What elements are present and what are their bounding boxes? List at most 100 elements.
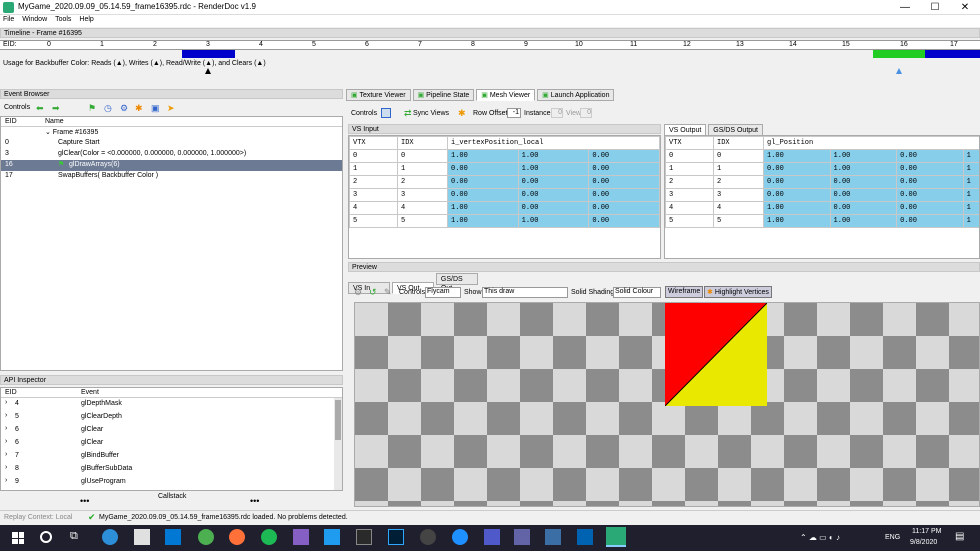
save-icon[interactable]: ▣ <box>151 103 161 113</box>
table-row[interactable]: 4 4 1.00 0.00 0.00 <box>349 201 660 215</box>
col-eid[interactable]: EID <box>5 118 17 125</box>
event-row[interactable]: ⌄ Frame #16395 <box>1 127 342 138</box>
table-row[interactable]: 4 4 1.00 0.00 0.00 1 <box>665 201 979 215</box>
sync-icon[interactable]: ⇄ <box>404 108 412 119</box>
clock-time[interactable]: 11:17 PM <box>912 528 941 535</box>
col-attribute[interactable]: i_vertexPosition_local <box>447 136 660 150</box>
table-row[interactable]: 2 2 0.00 0.00 0.00 <box>349 175 660 189</box>
expand-icon[interactable]: › <box>5 412 7 419</box>
clock-icon[interactable]: ◷ <box>104 103 114 113</box>
edge-icon[interactable] <box>102 529 118 545</box>
table-row[interactable]: 0 0 1.00 1.00 0.00 1 <box>665 149 979 163</box>
splitter-dots-left[interactable]: ••• <box>80 496 89 506</box>
col-event[interactable]: Event <box>81 389 99 396</box>
event-row[interactable]: 3 glClear(Color = <0.000000, 0.000000, 0.… <box>1 149 342 160</box>
renderdoc-taskbar-icon[interactable] <box>606 527 626 547</box>
reset-icon[interactable]: ↺ <box>369 287 377 298</box>
table-row[interactable]: 5 5 1.00 1.00 0.00 <box>349 214 660 228</box>
timeline-selected-event[interactable] <box>873 50 925 58</box>
show-select[interactable]: This draw <box>482 287 568 298</box>
teams-icon[interactable] <box>484 529 500 545</box>
api-row[interactable]: › 6 glClear <box>1 424 342 437</box>
tab-pipeline-state[interactable]: ▣ Pipeline State <box>412 89 475 101</box>
table-row[interactable]: 5 5 1.00 1.00 0.00 1 <box>665 214 979 228</box>
bug-icon[interactable]: ✱ <box>135 103 145 113</box>
api-row[interactable]: › 9 glUseProgram <box>1 476 342 489</box>
epic-games-icon[interactable] <box>356 529 372 545</box>
col-vtx[interactable]: VTX <box>349 136 398 150</box>
api-row[interactable]: › 6 glClear <box>1 437 342 450</box>
flag-icon[interactable]: ⚑ <box>88 103 98 113</box>
col-attribute[interactable]: gl_Position <box>763 136 979 150</box>
table-row[interactable]: 2 2 0.00 0.00 0.00 1 <box>665 175 979 189</box>
col-idx[interactable]: IDX <box>397 136 448 150</box>
camera-select[interactable]: Flycam <box>425 287 461 298</box>
store-icon[interactable] <box>134 529 150 545</box>
expand-icon[interactable]: › <box>5 399 7 406</box>
event-row[interactable]: 17 SwapBuffers( Backbuffer Color ) <box>1 171 342 182</box>
table-row[interactable]: 1 1 0.00 1.00 0.00 <box>349 162 660 176</box>
maximize-button[interactable]: ☐ <box>920 0 950 15</box>
col-vtx[interactable]: VTX <box>665 136 714 150</box>
wireframe-toggle[interactable]: Wireframe <box>665 286 704 298</box>
vscode-icon[interactable] <box>324 529 340 545</box>
menu-window[interactable]: Window <box>19 15 50 24</box>
pick-icon[interactable]: ✎ <box>384 287 392 298</box>
task-view-icon[interactable]: ⧉ <box>70 530 78 543</box>
expand-icon[interactable]: › <box>5 438 7 445</box>
preview-viewport[interactable] <box>354 302 980 507</box>
notification-icon[interactable]: ▤ <box>955 531 964 542</box>
api-scrollbar[interactable] <box>334 398 342 490</box>
menu-help[interactable]: Help <box>76 15 96 24</box>
tray-icons[interactable]: ⌃ ☁ ▭ ◐ ♪ <box>800 533 840 542</box>
view-input[interactable]: 0 <box>580 108 592 118</box>
store-bag-icon[interactable] <box>165 529 181 545</box>
api-row[interactable]: › 4 glDepthMask <box>1 398 342 411</box>
gear-icon[interactable]: ✱ <box>458 108 466 119</box>
api-row[interactable]: › 5 glClearDepth <box>1 411 342 424</box>
windows-start-icon[interactable] <box>12 532 24 544</box>
table-row[interactable]: 0 0 1.00 1.00 0.00 <box>349 149 660 163</box>
firefox-icon[interactable] <box>229 529 245 545</box>
col-idx[interactable]: IDX <box>713 136 764 150</box>
teams-icon[interactable] <box>514 529 530 545</box>
callstack-label[interactable]: Callstack <box>158 493 186 500</box>
solid-shading-select[interactable]: Solid Colour <box>613 287 661 298</box>
tab-texture-viewer[interactable]: ▣ Texture Viewer <box>346 89 411 101</box>
close-button[interactable]: ✕ <box>950 0 980 15</box>
table-row[interactable]: 1 1 0.00 1.00 0.00 1 <box>665 162 979 176</box>
sync-views-button[interactable]: Sync Views <box>413 110 449 117</box>
clock-date[interactable]: 9/8/2020 <box>910 539 937 546</box>
spotify-icon[interactable] <box>261 529 277 545</box>
tab-launch-application[interactable]: ▣ Launch Application <box>537 89 615 101</box>
timeline-ruler[interactable]: EID: 0 1 2 3 4 5 6 7 8 9 10 11 12 13 14 … <box>0 40 980 50</box>
tab-mesh-viewer[interactable]: ▣ Mesh Viewer <box>476 89 536 101</box>
instance-input[interactable]: 0 <box>551 108 563 118</box>
search-icon[interactable] <box>40 531 52 543</box>
settings-icon[interactable]: ⚙ <box>120 103 130 113</box>
expand-icon[interactable]: › <box>5 464 7 471</box>
bookmark-icon[interactable]: ➤ <box>167 103 177 113</box>
timeline-event-bar[interactable] <box>182 50 235 58</box>
settings-icon[interactable]: ⚙ <box>354 287 362 298</box>
language-indicator[interactable]: ENG <box>885 534 900 541</box>
splitter-dots-right[interactable]: ••• <box>250 496 259 506</box>
arrow-right-icon[interactable]: ➡ <box>52 103 62 113</box>
photoshop-icon[interactable] <box>388 529 404 545</box>
chrome-icon[interactable] <box>198 529 214 545</box>
menu-tools[interactable]: Tools <box>52 15 74 24</box>
tab-gs-ds-out[interactable]: GS/DS Out <box>435 273 478 292</box>
col-eid[interactable]: EID <box>5 389 17 396</box>
highlight-vertices-toggle[interactable]: ✱ Highlight Vertices <box>704 286 772 298</box>
app-icon[interactable] <box>420 529 436 545</box>
table-row[interactable]: 3 3 0.00 0.00 0.00 1 <box>665 188 979 202</box>
api-row[interactable]: › 7 glBindBuffer <box>1 450 342 463</box>
event-row[interactable]: 0 Capture Start <box>1 138 342 149</box>
col-name[interactable]: Name <box>45 118 64 125</box>
menu-file[interactable]: File <box>0 15 17 24</box>
arrow-left-icon[interactable]: ⬅ <box>36 103 46 113</box>
api-row[interactable]: › 8 glBufferSubData <box>1 463 342 476</box>
app-icon[interactable] <box>452 529 468 545</box>
app-icon[interactable] <box>545 529 561 545</box>
event-row-selected[interactable]: 16 ⚑ glDrawArrays(6) <box>1 160 342 171</box>
